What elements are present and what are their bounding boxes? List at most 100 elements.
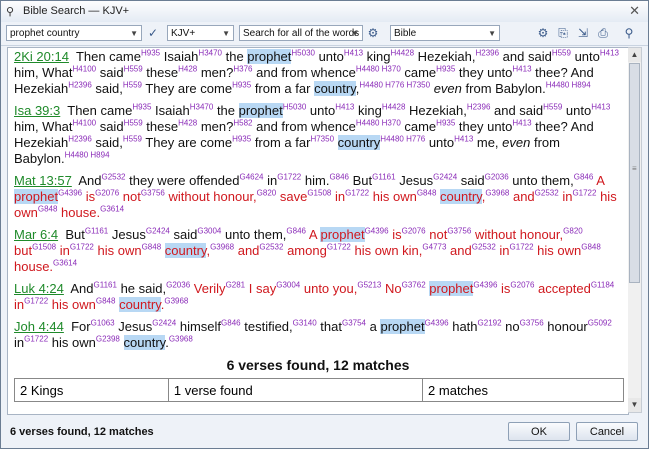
- strongs-number[interactable]: G2424: [152, 319, 176, 328]
- verse-reference-link[interactable]: Mar 6:4: [14, 227, 58, 242]
- strongs-number[interactable]: H4480 H776 H7350: [359, 81, 430, 90]
- strongs-number[interactable]: H413: [344, 49, 363, 58]
- strongs-number[interactable]: H559: [123, 135, 142, 144]
- binoculars-search-icon[interactable]: ⚲: [620, 24, 638, 42]
- strongs-number[interactable]: G846: [221, 319, 241, 328]
- strongs-number[interactable]: H3470: [190, 103, 214, 112]
- chevron-down-icon[interactable]: ▼: [130, 26, 138, 42]
- vertical-scrollbar[interactable]: ▲ ≡ ▼: [628, 47, 642, 413]
- strongs-number[interactable]: H4480 H894: [65, 151, 110, 160]
- strongs-number[interactable]: G1722: [24, 335, 48, 344]
- strongs-number[interactable]: H413: [591, 103, 610, 112]
- strongs-number[interactable]: H559: [543, 103, 562, 112]
- strongs-number[interactable]: G3004: [197, 227, 221, 236]
- strongs-number[interactable]: G1508: [32, 243, 56, 252]
- strongs-number[interactable]: H413: [512, 119, 531, 128]
- strongs-number[interactable]: G846: [286, 227, 306, 236]
- strongs-number[interactable]: H4480 H894: [546, 81, 591, 90]
- scroll-down-icon[interactable]: ▼: [628, 398, 641, 412]
- spellcheck-icon[interactable]: ✓: [144, 24, 162, 42]
- strongs-number[interactable]: G2036: [166, 281, 190, 290]
- print-icon[interactable]: ⎙: [594, 24, 612, 42]
- verse-reference-link[interactable]: Luk 4:24: [14, 281, 64, 296]
- strongs-number[interactable]: H4428: [390, 49, 414, 58]
- strongs-number[interactable]: G3968: [169, 335, 193, 344]
- strongs-number[interactable]: G2532: [101, 173, 125, 182]
- strongs-number[interactable]: H5030: [283, 103, 307, 112]
- strongs-number[interactable]: G3756: [520, 319, 544, 328]
- strongs-number[interactable]: G3968: [485, 189, 509, 198]
- strongs-number[interactable]: G1184: [591, 281, 614, 290]
- strongs-number[interactable]: H4480 H776: [380, 135, 425, 144]
- strongs-number[interactable]: G3756: [141, 189, 165, 198]
- strongs-number[interactable]: H4100: [73, 65, 97, 74]
- strongs-number[interactable]: G2532: [472, 243, 496, 252]
- strongs-number[interactable]: G2424: [146, 227, 170, 236]
- version-select[interactable]: KJV+ ▼: [167, 25, 234, 41]
- strongs-number[interactable]: G3756: [447, 227, 471, 236]
- cancel-button[interactable]: Cancel: [576, 422, 638, 441]
- strongs-number[interactable]: H2396: [467, 103, 491, 112]
- strongs-number[interactable]: H413: [454, 135, 473, 144]
- strongs-number[interactable]: G848: [96, 297, 116, 306]
- strongs-number[interactable]: G1722: [277, 173, 301, 182]
- strongs-number[interactable]: G1161: [372, 173, 395, 182]
- strongs-number[interactable]: G5213: [357, 281, 381, 290]
- strongs-number[interactable]: H559: [552, 49, 571, 58]
- strongs-number[interactable]: G1161: [94, 281, 117, 290]
- strongs-number[interactable]: H413: [600, 49, 619, 58]
- strongs-number[interactable]: G3614: [100, 205, 124, 214]
- strongs-number[interactable]: H935: [436, 119, 455, 128]
- ok-button[interactable]: OK: [508, 422, 570, 441]
- gear-icon[interactable]: ⚙: [364, 24, 382, 42]
- strongs-number[interactable]: G1722: [510, 243, 534, 252]
- strongs-number[interactable]: G1722: [327, 243, 351, 252]
- strongs-number[interactable]: G846: [329, 173, 349, 182]
- strongs-number[interactable]: G4396: [473, 281, 497, 290]
- strongs-number[interactable]: G846: [574, 173, 594, 182]
- copy-results-icon[interactable]: ⎘: [554, 24, 572, 42]
- strongs-number[interactable]: G2076: [95, 189, 119, 198]
- strongs-number[interactable]: H5030: [291, 49, 315, 58]
- strongs-number[interactable]: H559: [124, 65, 143, 74]
- strongs-number[interactable]: H559: [123, 81, 142, 90]
- strongs-number[interactable]: H7350: [310, 135, 334, 144]
- verse-reference-link[interactable]: 2Ki 20:14: [14, 49, 69, 64]
- verse-reference-link[interactable]: Joh 4:44: [14, 319, 64, 334]
- results-pane[interactable]: 2Ki 20:14 Then cameH935 IsaiahH3470 the …: [7, 47, 629, 415]
- strongs-number[interactable]: G1161: [85, 227, 108, 236]
- search-mode-select[interactable]: Search for all of the words ▼: [239, 25, 363, 41]
- verse-reference-link[interactable]: Mat 13:57: [14, 173, 72, 188]
- strongs-number[interactable]: G820: [563, 227, 583, 236]
- strongs-number[interactable]: G848: [581, 243, 601, 252]
- strongs-number[interactable]: H935: [141, 49, 160, 58]
- strongs-number[interactable]: G3762: [402, 281, 426, 290]
- strongs-number[interactable]: G820: [257, 189, 277, 198]
- strongs-number[interactable]: G2076: [402, 227, 426, 236]
- strongs-number[interactable]: G1722: [345, 189, 369, 198]
- strongs-number[interactable]: H2396: [68, 135, 92, 144]
- strongs-number[interactable]: H935: [436, 65, 455, 74]
- verse-reference-link[interactable]: Isa 39:3: [14, 103, 60, 118]
- chevron-down-icon[interactable]: ▼: [351, 26, 359, 42]
- strongs-number[interactable]: G2532: [535, 189, 559, 198]
- strongs-number[interactable]: H935: [232, 135, 251, 144]
- strongs-number[interactable]: G1063: [91, 319, 115, 328]
- close-button[interactable]: ✕: [629, 3, 640, 19]
- strongs-number[interactable]: G3754: [342, 319, 366, 328]
- strongs-number[interactable]: G4773: [422, 243, 446, 252]
- strongs-number[interactable]: H413: [512, 65, 531, 74]
- strongs-number[interactable]: G4396: [365, 227, 389, 236]
- strongs-number[interactable]: H2396: [68, 81, 92, 90]
- strongs-number[interactable]: G848: [142, 243, 162, 252]
- strongs-number[interactable]: G5092: [588, 319, 612, 328]
- strongs-number[interactable]: H428: [178, 65, 197, 74]
- strongs-number[interactable]: H559: [124, 119, 143, 128]
- strongs-number[interactable]: G2532: [259, 243, 283, 252]
- export-results-icon[interactable]: ⇲: [574, 24, 592, 42]
- strongs-number[interactable]: G4624: [239, 173, 263, 182]
- strongs-number[interactable]: H3470: [198, 49, 222, 58]
- chevron-down-icon[interactable]: ▼: [222, 26, 230, 42]
- strongs-number[interactable]: G848: [417, 189, 437, 198]
- strongs-number[interactable]: G2398: [96, 335, 120, 344]
